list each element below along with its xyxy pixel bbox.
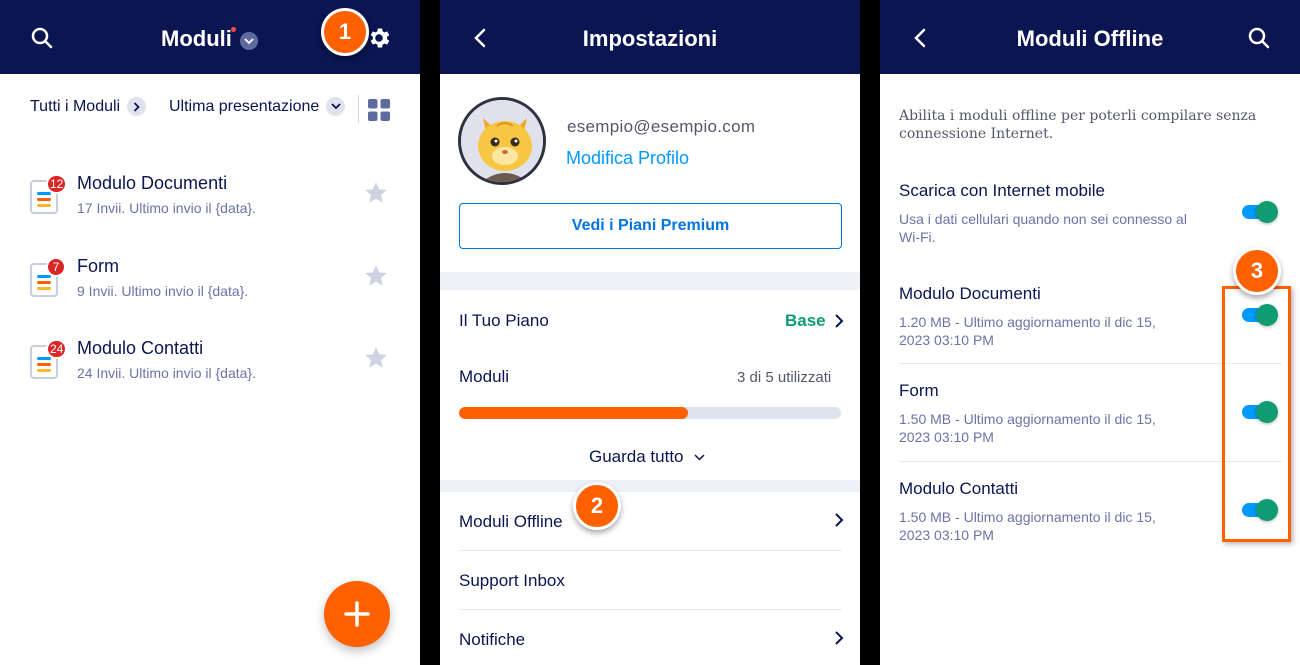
settings-screen: Impostazioni esempio@esempio.com Modific… [440, 0, 860, 665]
forms-usage-value: 3 di 5 utilizzati [737, 369, 832, 386]
forms-usage-fill [459, 407, 689, 419]
premium-plans-button[interactable]: Vedi i Piani Premium [459, 203, 842, 249]
settings-header: Impostazioni [440, 0, 860, 74]
toggle-knob [1256, 201, 1278, 223]
submission-badge: 7 [46, 257, 66, 277]
forms-usage-label: Moduli [459, 367, 510, 386]
offline-form-title: Form [899, 381, 939, 400]
form-row[interactable]: 12 Modulo Documenti 17 Invii. Ultimo inv… [0, 158, 420, 228]
step-callout-1: 1 [321, 8, 369, 56]
profile-email: esempio@esempio.com [567, 117, 756, 136]
form-title: Modulo Documenti [77, 173, 228, 193]
chevron-right-icon [127, 97, 147, 116]
plus-icon [344, 601, 370, 627]
offline-header: Moduli Offline [880, 0, 1300, 74]
sort-label: Ultima presentazione [169, 97, 320, 115]
chevron-down-icon [326, 97, 346, 116]
menu-item-notifications[interactable]: Notifiche [440, 610, 860, 665]
mobile-data-title: Scarica con Internet mobile [899, 181, 1105, 200]
chevron-down-icon [239, 32, 258, 50]
page-title: Impostazioni [582, 26, 718, 51]
page-title: Moduli Offline [1016, 26, 1164, 51]
gear-icon[interactable] [365, 24, 393, 52]
sort-dropdown[interactable]: Ultima presentazione [169, 97, 346, 116]
avatar [458, 97, 546, 185]
form-subtitle: 9 Invii. Ultimo invio il {data}. [77, 283, 249, 299]
forms-title-dropdown[interactable]: Moduli [161, 26, 258, 52]
chevron-down-icon [693, 453, 705, 461]
offline-form-desc: 1.50 MB - Ultimo aggiornamento il dic 15… [899, 411, 1156, 445]
see-all-button[interactable]: Guarda tutto [589, 447, 705, 467]
form-title: Form [77, 256, 119, 276]
form-row[interactable]: 24 Modulo Contatti 24 Invii. Ultimo invi… [0, 323, 420, 393]
see-all-label: Guarda tutto [589, 447, 684, 466]
section-divider [440, 480, 860, 492]
notification-dot [231, 27, 236, 32]
mobile-data-toggle[interactable] [1242, 201, 1278, 223]
plan-label: Il Tuo Piano [459, 311, 549, 330]
offline-form-title: Modulo Documenti [899, 284, 1041, 303]
chevron-right-icon [835, 314, 844, 328]
menu-item-label: Moduli Offline [459, 512, 563, 531]
offline-form-desc: 1.20 MB - Ultimo aggiornamento il dic 15… [899, 314, 1156, 348]
search-icon[interactable] [1245, 24, 1273, 52]
forms-usage-bar [459, 407, 841, 419]
submission-badge: 12 [46, 174, 68, 194]
breadcrumb-label: Tutti i Moduli [30, 97, 121, 115]
offline-form-title: Modulo Contatti [899, 479, 1019, 498]
menu-item-offline-forms[interactable]: Moduli Offline [440, 492, 860, 550]
submission-badge: 24 [46, 339, 68, 359]
toggles-highlight-box [1222, 286, 1291, 542]
form-subtitle: 17 Invii. Ultimo invio il {data}. [77, 200, 256, 216]
breadcrumb-all-forms[interactable]: Tutti i Moduli [30, 97, 147, 116]
offline-form-desc: 1.50 MB - Ultimo aggiornamento il dic 15… [899, 509, 1156, 543]
star-icon[interactable] [363, 345, 389, 371]
offline-forms-screen: Moduli Offline Abilita i moduli offline … [880, 0, 1300, 665]
star-icon[interactable] [363, 263, 389, 289]
menu-item-label: Notifiche [459, 630, 526, 649]
form-title: Modulo Contatti [77, 338, 204, 358]
page-title: Moduli [161, 26, 232, 51]
forms-list-screen: Moduli 1 Tutti i Moduli Ultima presentaz… [0, 0, 420, 665]
search-icon[interactable] [28, 24, 56, 52]
chevron-right-icon [835, 513, 844, 527]
plan-value: Base [785, 311, 826, 330]
divider [358, 95, 359, 123]
star-icon[interactable] [363, 180, 389, 206]
form-row[interactable]: 7 Form 9 Invii. Ultimo invio il {data}. [0, 241, 420, 311]
offline-intro-text: Abilita i moduli offline per poterli com… [899, 108, 1257, 142]
mobile-data-desc: Usa i dati cellulari quando non sei conn… [899, 211, 1187, 245]
section-divider [440, 272, 860, 290]
menu-item-support-inbox[interactable]: Support Inbox [440, 551, 860, 609]
form-subtitle: 24 Invii. Ultimo invio il {data}. [77, 365, 256, 381]
edit-profile-link[interactable]: Modifica Profilo [566, 148, 689, 169]
step-callout-3: 3 [1233, 247, 1281, 295]
menu-item-label: Support Inbox [459, 571, 565, 590]
step-callout-2: 2 [573, 482, 621, 530]
create-form-button[interactable] [324, 581, 390, 647]
chevron-right-icon [835, 631, 844, 645]
plan-row[interactable]: Il Tuo Piano Base [440, 290, 860, 350]
grid-view-icon[interactable] [368, 99, 390, 121]
